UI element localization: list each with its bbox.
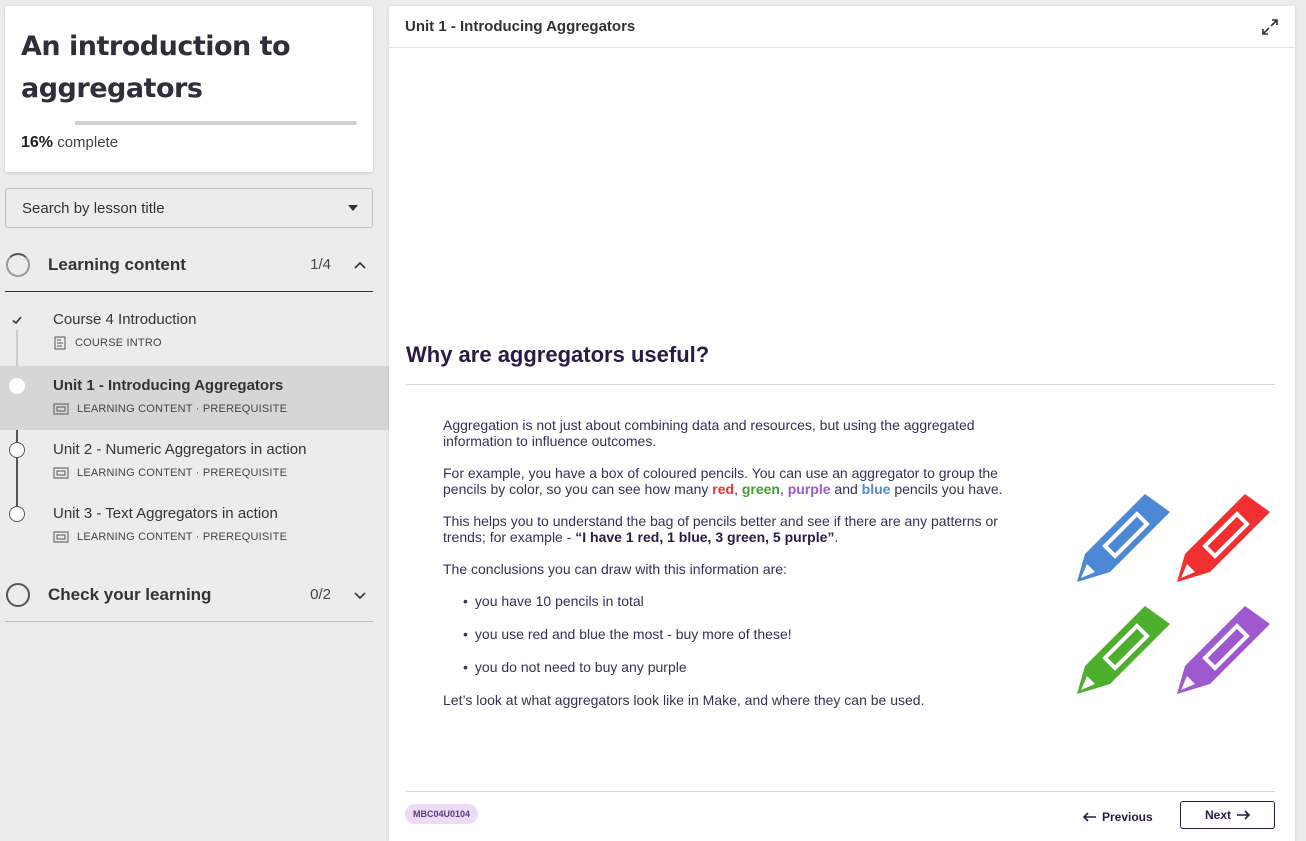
section-count: 1/4: [310, 256, 331, 273]
course-title: An introduction to aggregators: [21, 31, 291, 104]
lesson-meta: LEARNING CONTENT · PREREQUISITE: [53, 466, 287, 480]
text: .: [834, 529, 839, 545]
lesson-status-dot: [9, 506, 25, 522]
lesson-meta: LEARNING CONTENT · PREREQUISITE: [53, 530, 287, 544]
lesson-meta: COURSE INTRO: [53, 336, 162, 350]
lesson-header: Unit 1 - Introducing Aggregators: [389, 6, 1295, 48]
lesson-panel: Unit 1 - Introducing Aggregators Why are…: [389, 6, 1295, 841]
previous-label: Previous: [1102, 810, 1153, 824]
lesson-item-unit-1[interactable]: Unit 1 - Introducing Aggregators LEARNIN…: [0, 366, 389, 430]
lesson-title: Unit 3 - Text Aggregators in action: [53, 505, 278, 522]
section-check-your-learning[interactable]: Check your learning 0/2: [5, 568, 373, 622]
progress-suffix: complete: [57, 134, 119, 151]
slides-icon: [53, 403, 69, 415]
arrow-right-icon: [1237, 810, 1250, 820]
chevron-up-icon: [354, 261, 366, 269]
course-sidebar: An introduction to aggregators 16% compl…: [0, 0, 389, 841]
paragraph: The conclusions you can draw with this i…: [443, 561, 787, 577]
text: ,: [779, 481, 788, 497]
text: pencils you have.: [890, 481, 1003, 497]
list-item: you do not need to buy any purple: [463, 659, 1033, 675]
progress-ring-icon: [6, 582, 30, 607]
lesson-title: Unit 2 - Numeric Aggregators in action: [53, 441, 307, 458]
lesson-item-unit-2[interactable]: Unit 2 - Numeric Aggregators in action L…: [0, 430, 389, 494]
paragraph: For example, you have a box of coloured …: [443, 465, 1033, 497]
lesson-code-badge: MBC04U0104: [405, 804, 479, 824]
expand-icon[interactable]: [1261, 18, 1279, 36]
pencil-icon: [1177, 494, 1270, 582]
chevron-down-icon: [354, 591, 366, 599]
progress-percent: 16%: [21, 134, 54, 151]
pencils-illustration: [1077, 494, 1270, 694]
section-heading: Why are aggregators useful?: [406, 342, 710, 367]
document-icon: [54, 336, 66, 350]
lesson-status-dot: [9, 442, 25, 458]
list-item: you have 10 pencils in total: [463, 593, 1033, 609]
unit-title: Unit 1 - Introducing Aggregators: [405, 18, 636, 35]
lesson-meta-text: LEARNING CONTENT · PREREQUISITE: [77, 531, 288, 543]
lesson-meta-text: LEARNING CONTENT · PREREQUISITE: [77, 403, 288, 415]
search-placeholder: Search by lesson title: [22, 199, 165, 217]
lesson-status-dot: [9, 312, 25, 328]
section-count: 0/2: [310, 586, 331, 603]
text: ,: [734, 481, 742, 497]
lesson-item-course-intro[interactable]: Course 4 Introduction COURSE INTRO: [0, 300, 389, 364]
divider: [406, 384, 1275, 385]
lesson-search-select[interactable]: Search by lesson title: [5, 188, 373, 228]
word-blue: blue: [861, 481, 891, 497]
progress-text: 16% complete: [21, 134, 118, 152]
word-red: red: [712, 481, 735, 497]
caret-down-icon: [348, 205, 358, 211]
arrow-left-icon: [1083, 812, 1096, 822]
slides-icon: [53, 467, 69, 479]
lesson-content: Aggregation is not just about combining …: [443, 417, 1033, 724]
lesson-meta-text: COURSE INTRO: [75, 337, 162, 349]
text: and: [830, 481, 862, 497]
lesson-title: Course 4 Introduction: [53, 311, 197, 328]
lesson-meta-text: LEARNING CONTENT · PREREQUISITE: [77, 467, 288, 479]
next-button[interactable]: Next: [1180, 801, 1275, 829]
course-card: An introduction to aggregators 16% compl…: [5, 6, 373, 172]
slides-icon: [53, 531, 69, 543]
paragraph: Let’s look at what aggregators look like…: [443, 692, 925, 708]
progress-bar: [75, 121, 357, 125]
paragraph: This helps you to understand the bag of …: [443, 513, 1033, 545]
pencil-icon: [1177, 606, 1270, 694]
section-label: Learning content: [48, 254, 186, 274]
progress-bar-fill: [75, 121, 121, 125]
lesson-meta: LEARNING CONTENT · PREREQUISITE: [53, 402, 287, 416]
pencil-icon: [1077, 606, 1170, 694]
paragraph: Aggregation is not just about combining …: [443, 417, 975, 449]
divider: [406, 791, 1275, 792]
list-item: you use red and blue the most - buy more…: [463, 626, 1033, 642]
conclusions-list: you have 10 pencils in total you use red…: [463, 593, 1033, 675]
check-icon: [12, 316, 22, 325]
word-purple: purple: [787, 481, 831, 497]
lesson-title: Unit 1 - Introducing Aggregators: [53, 377, 284, 394]
previous-button[interactable]: Previous: [1083, 805, 1153, 829]
word-green: green: [741, 481, 780, 497]
pencil-icon: [1077, 494, 1170, 582]
lesson-status-dot: [9, 378, 25, 394]
progress-ring-icon: [6, 252, 30, 277]
section-learning-content[interactable]: Learning content 1/4: [5, 238, 373, 292]
next-label: Next: [1204, 808, 1231, 822]
example-quote: “I have 1 red, 1 blue, 3 green, 5 purple…: [575, 529, 835, 545]
section-label: Check your learning: [48, 584, 212, 604]
lesson-item-unit-3[interactable]: Unit 3 - Text Aggregators in action LEAR…: [0, 494, 389, 558]
